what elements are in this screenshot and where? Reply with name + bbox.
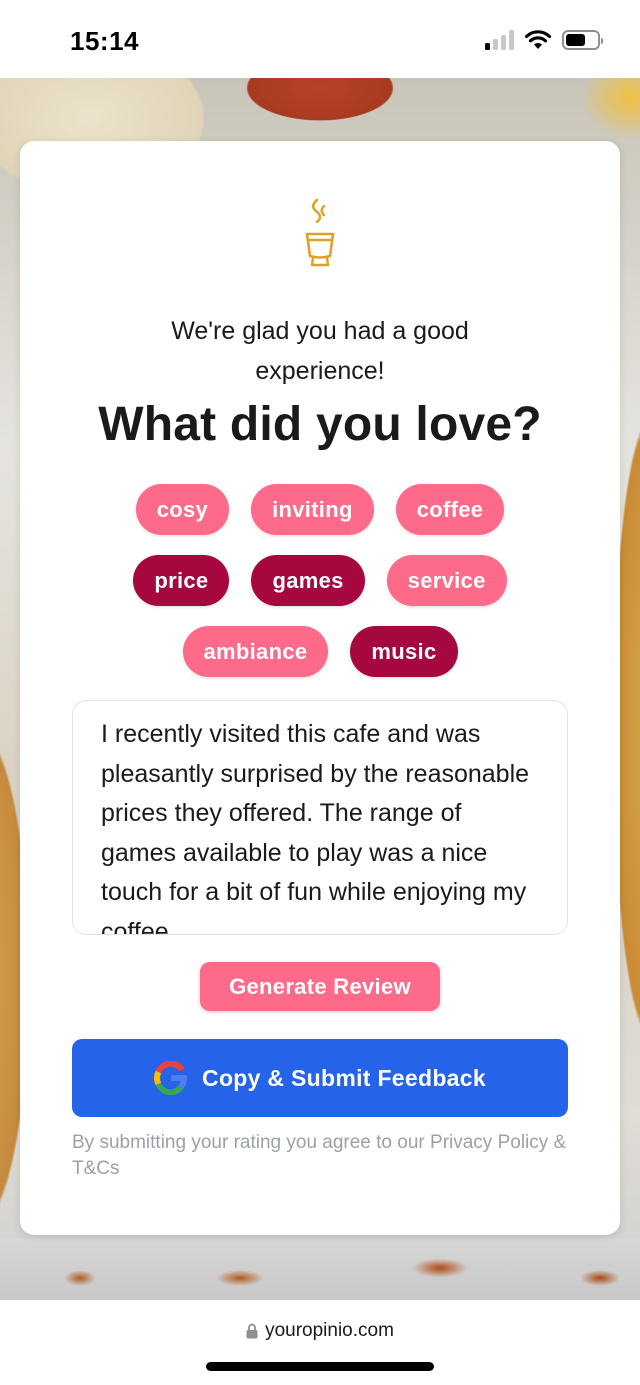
tag-cosy[interactable]: cosy (135, 484, 230, 535)
copy-submit-feedback-button[interactable]: Copy & Submit Feedback (72, 1039, 568, 1117)
subtitle: We're glad you had a good experience! (171, 317, 469, 385)
tag-row: price games service (20, 555, 620, 606)
signal-icon (485, 30, 514, 50)
tag-coffee[interactable]: coffee (395, 484, 505, 535)
tag-row: ambiance music (20, 626, 620, 677)
url-text: youropinio.com (265, 1320, 394, 1341)
generate-review-button[interactable]: Generate Review (200, 962, 440, 1011)
url-display[interactable]: youropinio.com (0, 1320, 640, 1342)
review-textarea[interactable]: I recently visited this cafe and was ple… (72, 700, 568, 935)
tag-inviting[interactable]: inviting (251, 484, 374, 535)
wifi-icon (524, 30, 552, 49)
tag-row: cosy inviting coffee (20, 484, 620, 535)
background-photo-bottom (0, 1238, 640, 1300)
review-text[interactable]: I recently visited this cafe and was ple… (101, 715, 541, 934)
tag-price[interactable]: price (133, 555, 230, 606)
google-icon (154, 1061, 188, 1095)
status-icons (485, 30, 603, 50)
page-title: What did you love? (98, 398, 542, 451)
submit-label: Copy & Submit Feedback (202, 1064, 486, 1091)
review-card: We're glad you had a good experience! Wh… (20, 141, 620, 1235)
browser-url-bar[interactable]: youropinio.com (0, 1300, 640, 1385)
tag-list: cosy inviting coffee price games service ambia… (20, 484, 620, 697)
status-bar: 15:14 (0, 0, 640, 78)
battery-icon (562, 30, 603, 50)
tag-music[interactable]: music (350, 626, 458, 677)
home-indicator[interactable] (206, 1362, 434, 1371)
tag-ambiance[interactable]: ambiance (182, 626, 329, 677)
status-time: 15:14 (70, 26, 139, 56)
tag-games[interactable]: games (251, 555, 365, 606)
lock-icon (246, 1323, 258, 1339)
coffee-cup-icon (305, 198, 335, 267)
legal-text: By submitting your rating you agree to o… (72, 1132, 567, 1179)
tag-service[interactable]: service (386, 555, 507, 606)
